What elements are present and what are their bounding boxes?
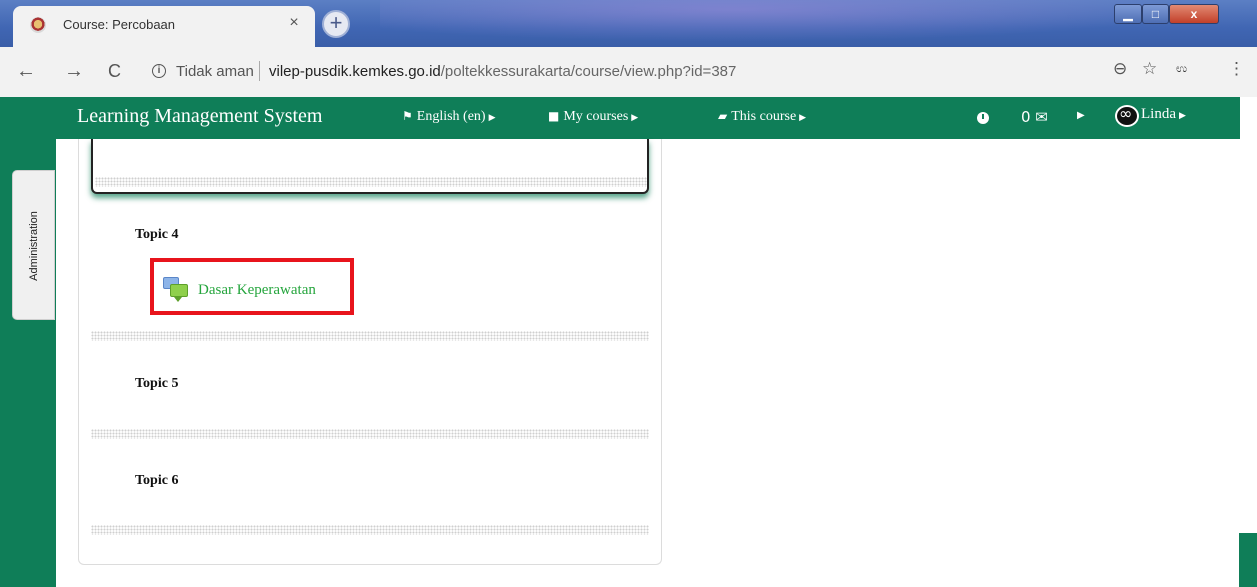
user-avatar[interactable] [1115, 104, 1139, 127]
my-courses-label: My courses [563, 109, 629, 124]
window-controls: ▁ □ x [1114, 4, 1219, 26]
site-info-icon[interactable]: i [152, 64, 166, 78]
clock-icon[interactable] [977, 112, 989, 124]
caret-right-icon: ▶ [1179, 111, 1186, 121]
address-bar[interactable]: i Tidak aman vilep-pusdik.kemkes.go.id/p… [146, 56, 1096, 88]
back-icon[interactable]: ← [16, 60, 36, 83]
caret-right-icon[interactable]: ▶ [1077, 110, 1085, 121]
browser-tab-active[interactable]: Course: Percobaan × [13, 6, 315, 47]
user-menu[interactable]: Linda ▶ [1141, 106, 1186, 123]
section-divider [91, 525, 649, 535]
reload-icon[interactable]: C [108, 61, 121, 82]
administration-block-tab[interactable]: Administration [12, 170, 55, 320]
previous-section-card [91, 139, 649, 194]
my-courses-menu[interactable]: ■ My courses ▶ [548, 109, 638, 125]
administration-label: Administration [28, 211, 40, 281]
window-title-bar: Course: Percobaan × + ▁ □ x [0, 0, 1257, 47]
section-divider [95, 177, 647, 187]
language-menu[interactable]: ⚑ English (en) ▶ [402, 109, 496, 125]
zoom-icon[interactable]: ⊖ [1113, 59, 1127, 79]
section-divider [91, 331, 649, 341]
this-course-menu[interactable]: ▰ This course ▶ [718, 109, 806, 125]
security-status[interactable]: Tidak aman [176, 63, 254, 80]
url-host: vilep-pusdik.kemkes.go.id [269, 63, 441, 80]
caret-right-icon: ▶ [799, 113, 807, 123]
bookmark-star-icon[interactable]: ☆ [1142, 59, 1157, 79]
briefcase-icon: ■ [548, 109, 560, 123]
profile-avatar-icon[interactable]: ಉ [1176, 61, 1198, 77]
topic-4-title: Topic 4 [135, 227, 179, 242]
topic-6-title: Topic 6 [135, 473, 179, 488]
forum-icon [163, 277, 189, 302]
caret-right-icon: ▶ [631, 113, 639, 123]
forward-icon[interactable]: → [64, 60, 84, 83]
messages-indicator[interactable]: 0 ✉ [1021, 108, 1048, 126]
close-window-button[interactable]: x [1169, 4, 1219, 24]
browser-toolbar: ← → C i Tidak aman vilep-pusdik.kemkes.g… [0, 47, 1257, 97]
course-content: Topic 4 Dasar Keperawatan Topic 5 Topic … [78, 139, 662, 565]
user-name: Linda [1141, 106, 1176, 122]
book-icon: ▰ [718, 109, 728, 123]
url-text[interactable]: vilep-pusdik.kemkes.go.id/poltekkessurak… [269, 63, 736, 80]
site-navbar: Learning Management System ⚑ English (en)… [0, 97, 1240, 139]
tab-title: Course: Percobaan [63, 17, 176, 32]
caret-right-icon: ▶ [488, 113, 496, 123]
topic-5-title: Topic 5 [135, 376, 179, 391]
tab-close-icon[interactable]: × [284, 13, 304, 33]
activity-link-dasar-keperawatan[interactable]: Dasar Keperawatan [198, 282, 316, 299]
right-green-margin [1239, 533, 1257, 587]
flag-icon: ⚑ [402, 109, 413, 123]
new-tab-button[interactable]: + [322, 10, 350, 38]
browser-menu-icon[interactable]: ⋮ [1228, 59, 1245, 79]
site-favicon-icon [30, 17, 46, 33]
minimize-button[interactable]: ▁ [1114, 4, 1142, 24]
maximize-button[interactable]: □ [1142, 4, 1169, 24]
section-divider [91, 429, 649, 439]
language-label: English (en) [416, 109, 486, 124]
address-separator [259, 61, 260, 81]
site-brand[interactable]: Learning Management System [77, 105, 323, 128]
this-course-label: This course [731, 109, 797, 124]
url-path: /poltekkessurakarta/course/view.php?id=3… [440, 63, 737, 80]
